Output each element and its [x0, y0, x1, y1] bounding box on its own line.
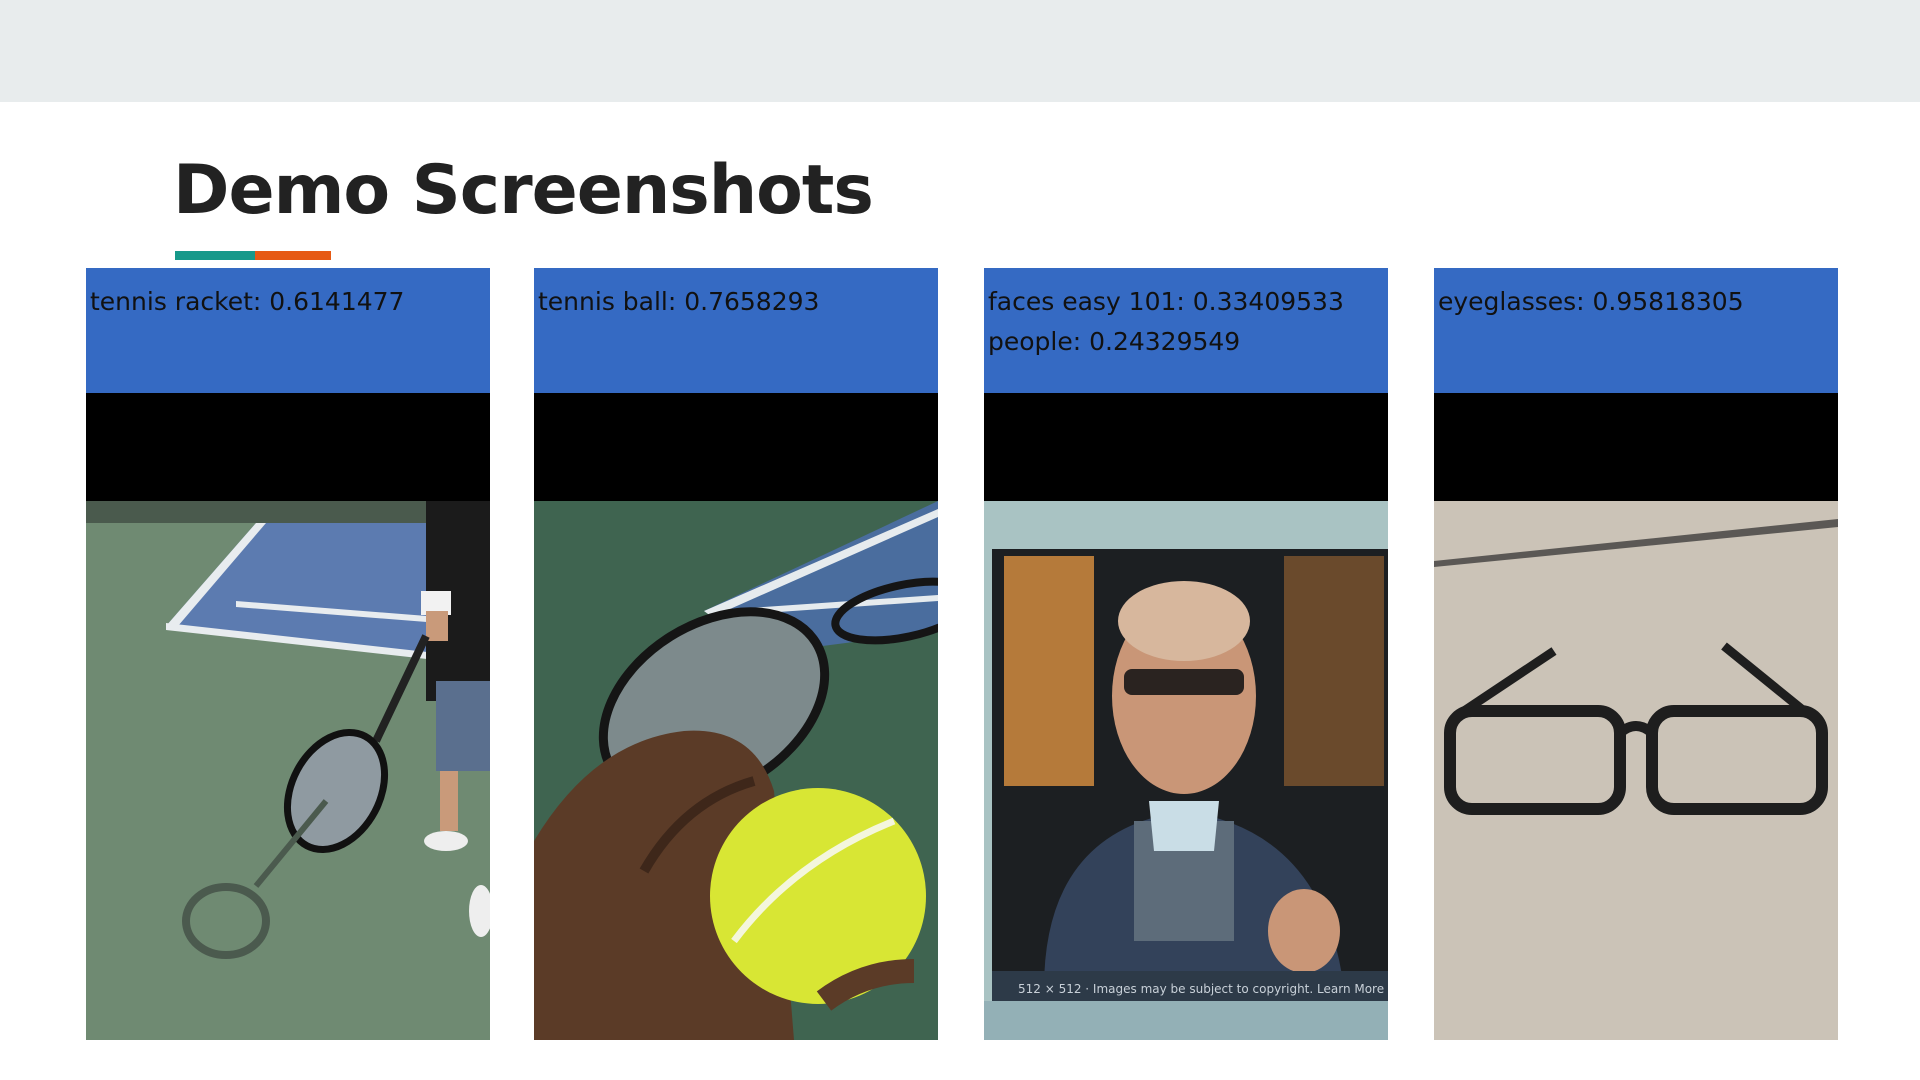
detection-label: tennis ball: 0.7658293	[538, 287, 820, 316]
detection-label: faces easy 101: 0.33409533	[988, 287, 1344, 316]
detection-label: tennis racket: 0.6141477	[90, 287, 405, 316]
face-photo: 512 × 512 · Images may be subject to cop…	[984, 501, 1388, 1040]
camera-letterbox	[984, 393, 1388, 501]
header-band	[0, 0, 1920, 102]
screenshot-face: faces easy 101: 0.33409533 people: 0.243…	[984, 268, 1388, 1040]
detection-label-bar: eyeglasses: 0.95818305	[1434, 268, 1838, 393]
detection-label-bar: tennis racket: 0.6141477	[86, 268, 490, 393]
screenshot-eyeglasses: eyeglasses: 0.95818305	[1434, 268, 1838, 1040]
detection-label: eyeglasses: 0.95818305	[1438, 287, 1744, 316]
detection-label-bar: faces easy 101: 0.33409533 people: 0.243…	[984, 268, 1388, 393]
camera-letterbox	[86, 393, 490, 501]
screenshot-tennis-racket: tennis racket: 0.6141477	[86, 268, 490, 1040]
camera-letterbox	[1434, 393, 1838, 501]
tennis-ball-photo	[534, 501, 938, 1040]
title-accent-teal	[175, 251, 255, 260]
photo-caption: 512 × 512 · Images may be subject to cop…	[1018, 982, 1384, 996]
detection-label: people: 0.24329549	[988, 327, 1241, 356]
eyeglasses-photo	[1434, 501, 1838, 1040]
screenshot-tennis-ball: tennis ball: 0.7658293	[534, 268, 938, 1040]
detection-label-bar: tennis ball: 0.7658293	[534, 268, 938, 393]
title-accent-orange	[255, 251, 331, 260]
camera-letterbox	[534, 393, 938, 501]
tennis-racket-photo	[86, 501, 490, 1040]
slide-title: Demo Screenshots	[173, 151, 874, 230]
